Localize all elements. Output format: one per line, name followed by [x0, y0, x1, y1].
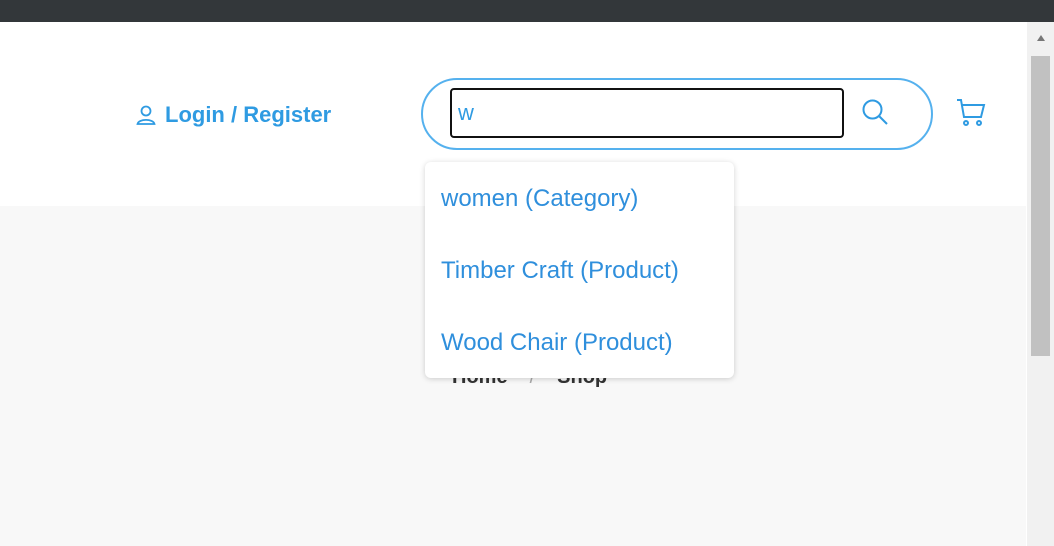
login-register-link[interactable]: Login / Register — [135, 98, 331, 132]
search-button[interactable] — [852, 92, 898, 136]
scrollbar-thumb[interactable] — [1031, 56, 1050, 356]
search-input[interactable] — [450, 88, 844, 138]
search-suggestions-dropdown: women (Category) Timber Craft (Product) … — [425, 162, 734, 378]
login-register-label: Login / Register — [165, 102, 332, 127]
user-icon — [135, 104, 157, 126]
top-bar — [0, 0, 1054, 22]
suggestion-item[interactable]: Timber Craft (Product) — [441, 257, 679, 285]
vertical-scrollbar[interactable] — [1027, 22, 1054, 546]
suggestion-item[interactable]: women (Category) — [441, 185, 638, 213]
cart-button[interactable] — [953, 96, 989, 132]
search-icon — [860, 97, 890, 132]
scroll-up-arrow[interactable] — [1027, 28, 1054, 48]
cart-icon — [954, 95, 988, 134]
suggestion-item[interactable]: Wood Chair (Product) — [441, 329, 673, 357]
